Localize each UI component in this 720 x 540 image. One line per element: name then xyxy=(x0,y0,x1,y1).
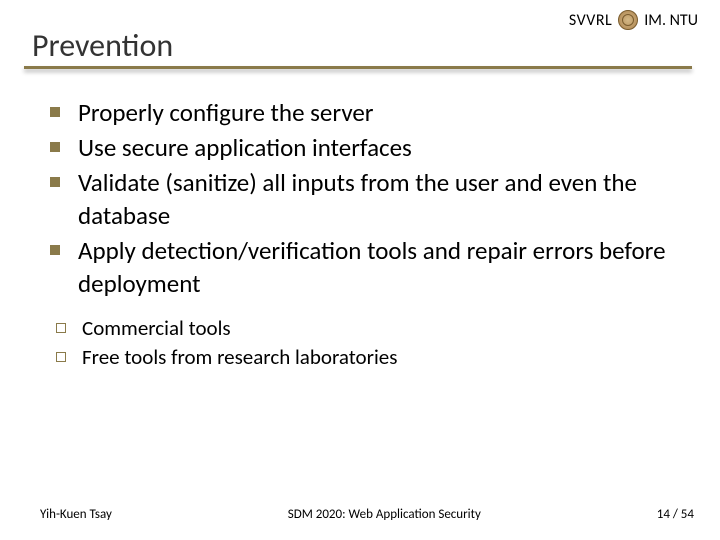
content-area: Properly configure the server Use secure… xyxy=(0,68,720,373)
bullet-item: Validate (sanitize) all inputs from the … xyxy=(50,166,682,232)
sub-bullet-list: Commercial tools Free tools from researc… xyxy=(56,314,682,373)
sub-bullet-item: Free tools from research laboratories xyxy=(56,343,682,372)
header-right: SVVRL IM. NTU xyxy=(569,10,698,30)
header: SVVRL IM. NTU Prevention xyxy=(0,0,720,68)
university-seal-icon xyxy=(618,10,638,30)
bullet-item: Use secure application interfaces xyxy=(50,131,682,164)
title-underline xyxy=(24,66,692,69)
footer-author: Yih-Kuen Tsay xyxy=(40,507,112,522)
org-label-right: IM. NTU xyxy=(644,11,698,30)
org-label-left: SVVRL xyxy=(569,11,612,30)
main-bullet-list: Properly configure the server Use secure… xyxy=(50,96,682,300)
bullet-item: Properly configure the server xyxy=(50,96,682,129)
page-title: Prevention xyxy=(32,26,173,65)
footer-page: 14 / 54 xyxy=(657,507,694,522)
bullet-item: Apply detection/verification tools and r… xyxy=(50,234,682,300)
sub-bullet-item: Commercial tools xyxy=(56,314,682,343)
footer-course: SDM 2020: Web Application Security xyxy=(112,507,657,522)
footer: Yih-Kuen Tsay SDM 2020: Web Application … xyxy=(0,507,720,522)
